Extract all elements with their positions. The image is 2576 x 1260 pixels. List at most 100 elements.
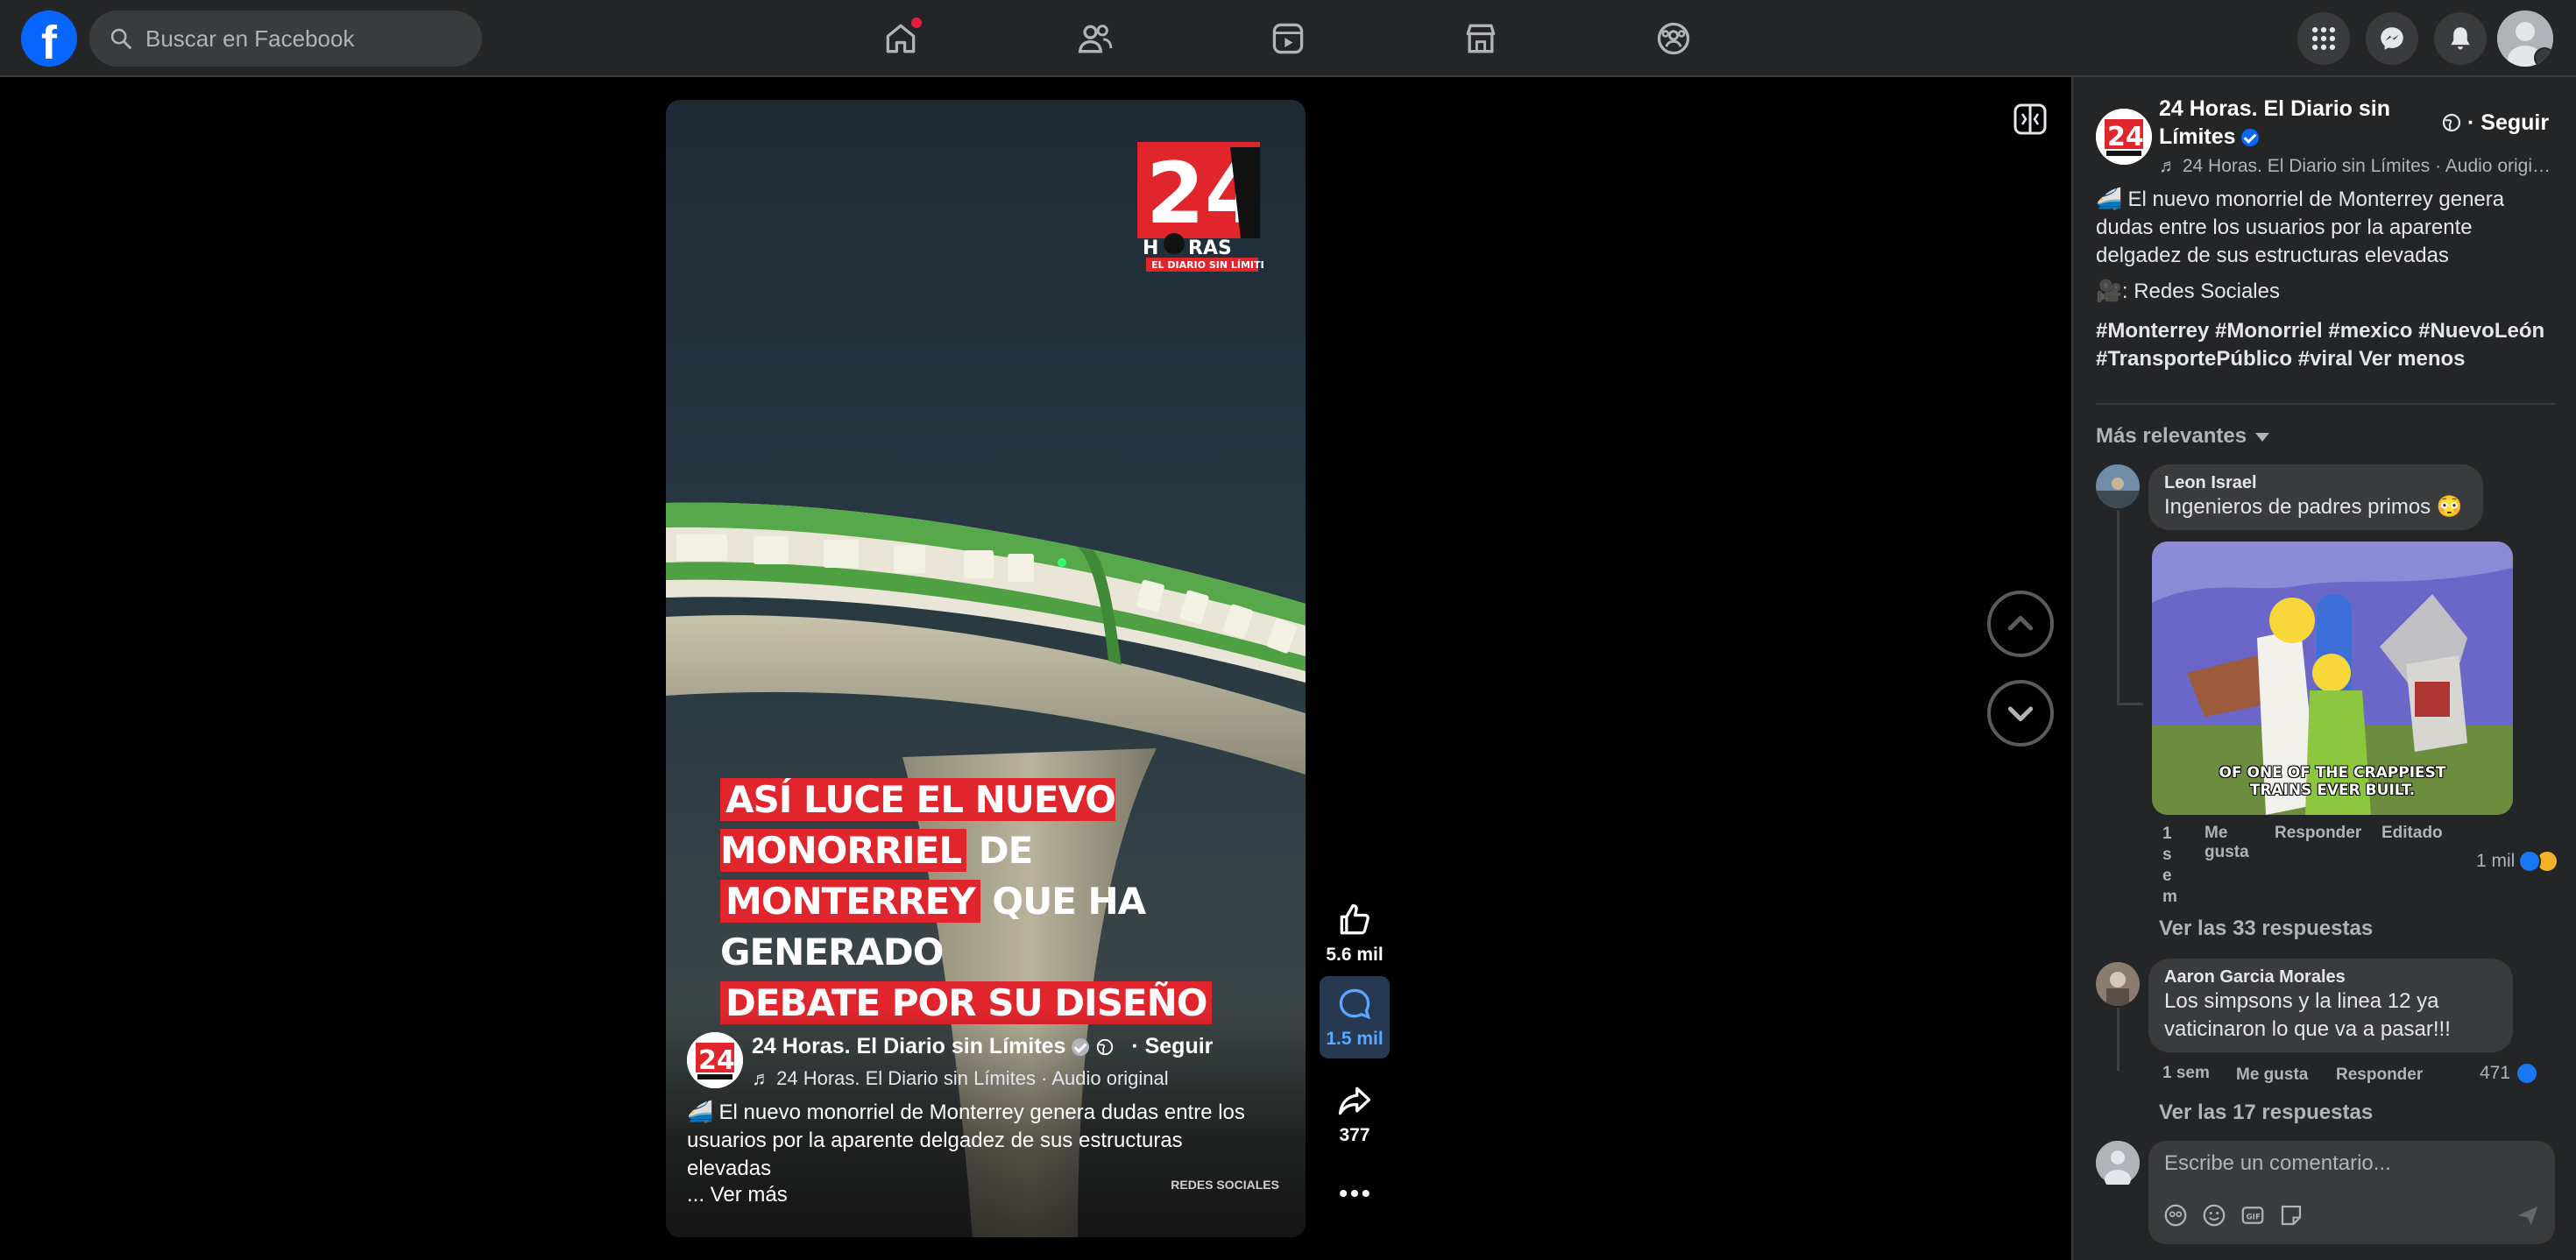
reel-video[interactable]: 24 H RAS EL DIARIO SIN LÍMITES ASÍ LUCE … [666,100,1306,1237]
thread-line [2117,510,2120,704]
svg-text:H: H [1143,237,1158,259]
headline-highlight: ASÍ LUCE EL NUEVO MONORRIEL [720,778,1116,872]
page-name-line: Límites [2159,124,2236,149]
emoji-icon[interactable] [2201,1202,2227,1228]
comment-text: Ingenieros de padres primos 😳 [2164,495,2463,519]
video-tab[interactable] [1262,12,1314,65]
commenter-name[interactable]: Aaron Garcia Morales [2164,967,2497,987]
commenter-name[interactable]: Leon Israel [2164,473,2467,493]
globe-icon [1097,1039,1114,1056]
video-author-line: 24 Horas. El Diario sin Límites · Seguir [752,1034,1213,1059]
user-photo-icon [2096,962,2140,1006]
24-horas-avatar-logo: 24 [687,1032,743,1088]
messenger-button[interactable] [2366,12,2418,65]
view-replies-link[interactable]: Ver las 33 respuestas [2159,917,2373,941]
groups-icon [1657,22,1690,55]
24-horas-logo: 24 H RAS EL DIARIO SIN LÍMITES [1137,142,1263,272]
comment-icon [1339,988,1371,1020]
user-photo-icon [2096,464,2140,508]
like-button[interactable]: 5.6 mil [1320,901,1390,966]
thread-line [2117,1008,2120,1071]
more-dots-icon [1340,1189,1369,1198]
svg-text:EL DIARIO SIN LÍMITES: EL DIARIO SIN LÍMITES [1151,259,1263,271]
reaction-count: 471 [2480,1063,2511,1083]
headline-text: DE [966,829,1034,872]
comment-input[interactable] [2164,1151,2532,1176]
sort-dropdown[interactable]: Más relevantes [2096,424,2270,449]
like-reaction-icon [2516,1062,2539,1085]
comment-time[interactable]: 1 sem [2162,824,2177,908]
chevron-up-icon [2007,615,2034,631]
comment-reactions[interactable]: 471 [2480,1062,2539,1085]
comment-like-button[interactable]: Me gusta [2236,1065,2308,1085]
menu-button[interactable] [2297,12,2350,65]
marketplace-tab[interactable] [1454,12,1507,65]
commenter-avatar[interactable] [2096,962,2140,1006]
home-tab[interactable] [874,12,927,65]
svg-text:24: 24 [698,1045,735,1076]
comments-panel: 24 24 Horas. El Diario sin Límites · Seg… [2071,77,2576,1260]
groups-tab[interactable] [1647,12,1700,65]
comment-reply-button[interactable]: Responder [2275,824,2361,843]
comment-like-button[interactable]: Me gusta [2204,824,2257,862]
next-reel-button[interactable] [1987,680,2054,747]
page-avatar[interactable]: 24 [687,1032,743,1088]
thumbs-up-icon [1340,903,1369,935]
share-icon [1338,1087,1371,1115]
video-headline: ASÍ LUCE EL NUEVO MONORRIEL DE MONTERREY… [720,775,1281,1029]
sticker-icon[interactable] [2278,1202,2304,1228]
post-hashtags[interactable]: #Monterrey #Monorriel #mexico #NuevoLeón… [2096,317,2560,373]
comment-text: Los simpsons y la linea 12 ya vaticinaro… [2164,989,2451,1041]
headline-highlight: MONTERREY [720,880,980,923]
svg-text:RAS: RAS [1188,237,1232,259]
avatar-sticker-icon[interactable] [2162,1202,2189,1228]
comment-time[interactable]: 1 sem [2162,1064,2210,1083]
view-replies-link[interactable]: Ver las 17 respuestas [2159,1101,2373,1125]
caret-down-icon [2255,432,2270,442]
send-icon[interactable] [2515,1202,2541,1228]
see-less-link[interactable]: Ver menos [2359,347,2465,371]
comment-composer[interactable]: GIF [2148,1141,2555,1244]
expand-icon[interactable] [2012,102,2050,137]
audio-label[interactable]: ♬ 24 Horas. El Diario sin Límites · Audi… [2159,156,2553,177]
video-icon [1272,23,1304,54]
post-source: 🎥: Redes Sociales [2096,280,2280,303]
page-avatar[interactable]: 24 [2096,109,2152,165]
search-input[interactable] [145,25,461,53]
marketplace-icon [1466,24,1496,53]
comment-reply-button[interactable]: Responder [2336,1065,2423,1085]
video-follow-button[interactable]: · Seguir [1131,1034,1213,1058]
24-horas-avatar-logo: 24 [2096,109,2152,165]
friends-tab[interactable] [1069,12,1122,65]
see-more-link[interactable]: ... Ver más [687,1183,788,1207]
video-author-name[interactable]: 24 Horas. El Diario sin Límites [752,1034,1065,1058]
profile-avatar[interactable] [2497,11,2553,67]
comment-gif[interactable]: OF ONE OF THE CRAPPIEST TRAINS EVER BUIL… [2152,542,2513,815]
composer-avatar [2096,1141,2140,1189]
follow-button[interactable]: · Seguir [2467,110,2549,136]
comment-reactions[interactable]: 1 mil [2476,850,2559,873]
page-name[interactable]: 24 Horas. El Diario sin Límites [2159,95,2422,151]
more-options-button[interactable] [1320,1174,1390,1218]
reaction-count: 1 mil [2476,851,2516,871]
comment-count: 1.5 mil [1326,1029,1384,1049]
search-box[interactable] [89,11,482,67]
share-button[interactable]: 377 [1320,1081,1390,1146]
default-user-icon [2096,1141,2140,1189]
hashtags-text[interactable]: #Monterrey #Monorriel #mexico #NuevoLeón… [2096,319,2544,371]
notifications-button[interactable] [2434,12,2487,65]
post-caption: 🚄 El nuevo monorriel de Monterrey genera… [2096,188,2505,267]
search-icon [110,28,131,49]
bell-icon [2451,27,2470,50]
previous-reel-button[interactable] [1987,591,2054,657]
facebook-logo-icon[interactable]: f [21,11,77,67]
thread-line [2117,703,2143,705]
svg-text:GIF: GIF [2247,1213,2261,1221]
like-reaction-icon [2518,850,2542,873]
commenter-avatar[interactable] [2096,464,2140,508]
gif-icon[interactable]: GIF [2240,1202,2266,1228]
svg-text:24: 24 [2107,122,2144,152]
sort-label: Más relevantes [2096,424,2247,448]
comment-button[interactable]: 1.5 mil [1320,976,1390,1058]
video-audio-label[interactable]: ♬ 24 Horas. El Diario sin Límites · Audi… [752,1067,1169,1090]
